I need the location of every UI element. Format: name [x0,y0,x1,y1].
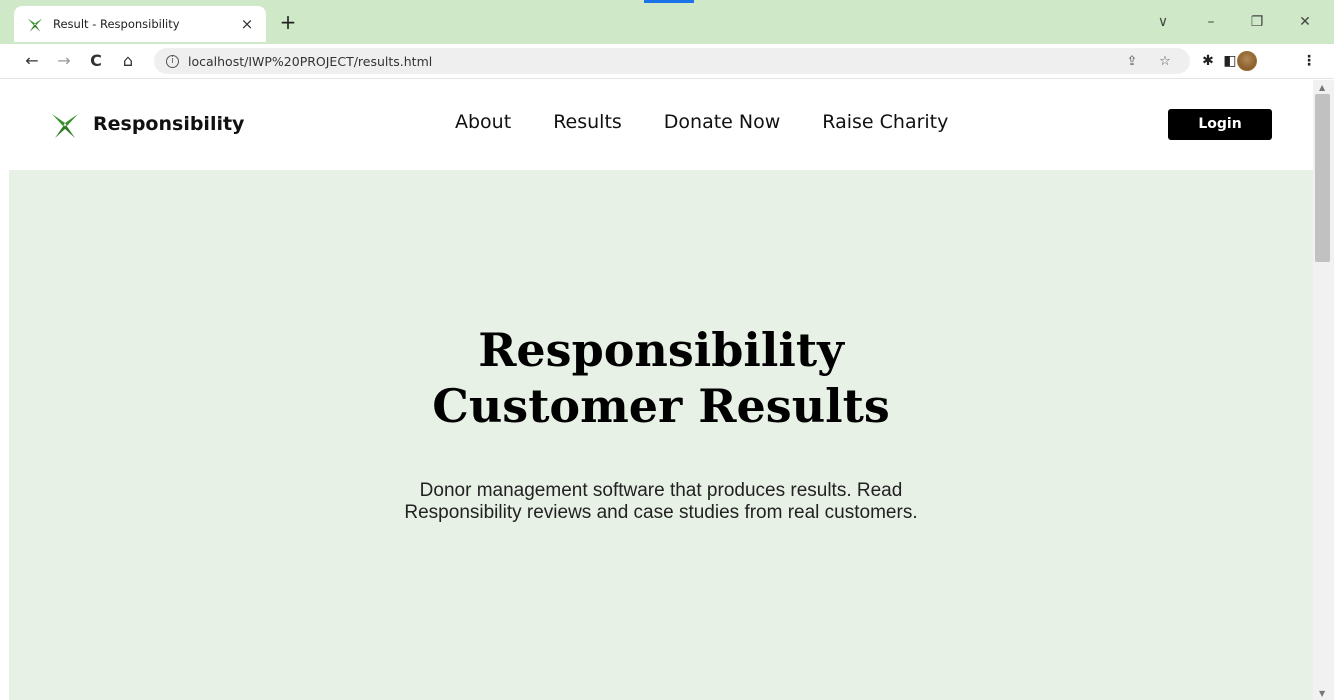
browser-window: Result - Responsibility × + ∨ – ❐ ✕ ← → … [0,0,1334,700]
url-text: localhost/IWP%20PROJECT/results.html [188,53,433,69]
nav-results-link[interactable]: Results [553,111,622,133]
forward-icon[interactable]: → [52,49,76,73]
nav-donate-now-link[interactable]: Donate Now [664,111,781,133]
hero-subtitle-line1: Donor management software that produces … [419,480,903,501]
bookmark-star-icon[interactable]: ☆ [1155,52,1175,72]
browser-tab[interactable]: Result - Responsibility × [14,6,266,42]
tab-strip: Result - Responsibility × + ∨ – ❐ ✕ [0,0,1334,44]
tab-title: Result - Responsibility [53,17,180,31]
hero-subtitle-line2: Responsibility reviews and case studies … [404,502,918,523]
home-icon[interactable]: ⌂ [116,49,140,73]
share-icon[interactable]: ⇪ [1122,52,1142,72]
site-info-icon[interactable]: i [166,54,179,68]
hero-title-line2: Customer Results [432,379,890,433]
page-viewport: Responsibility About Results Donate Now … [0,80,1313,700]
site-favicon-icon [27,18,43,32]
tab-indicator [644,0,694,3]
tab-close-icon[interactable]: × [238,15,256,33]
scrollbar-thumb[interactable] [1315,94,1330,262]
browser-menu-icon[interactable]: ⋮ [1298,50,1320,72]
restore-icon[interactable]: ❐ [1234,10,1280,34]
login-button[interactable]: Login [1168,109,1272,140]
profile-avatar[interactable] [1237,51,1257,71]
hero-title-line1: Responsibility [478,323,844,377]
extensions-icon[interactable]: ✱ [1197,50,1219,72]
browser-toolbar: ← → C ⌂ i localhost/IWP%20PROJECT/result… [0,44,1334,79]
scroll-up-icon[interactable]: ▲ [1319,83,1325,92]
site-logo[interactable]: Responsibility [50,109,244,139]
minimize-icon[interactable]: – [1188,10,1234,34]
site-header: Responsibility About Results Donate Now … [0,80,1313,170]
tab-search-icon[interactable]: ∨ [1140,10,1186,34]
close-window-icon[interactable]: ✕ [1282,10,1328,34]
new-tab-button[interactable]: + [276,10,300,34]
hero-section: Responsibility Customer Results Donor ma… [9,170,1313,700]
scroll-down-icon[interactable]: ▼ [1319,689,1325,698]
logo-text: Responsibility [93,113,245,135]
address-bar[interactable]: i localhost/IWP%20PROJECT/results.html ⇪… [154,48,1190,74]
logo-leaf-icon [52,114,78,138]
hero-title: Responsibility Customer Results [9,322,1313,434]
main-nav: About Results Donate Now Raise Charity [455,111,990,133]
hero-subtitle: Donor management software that produces … [9,480,1313,524]
back-icon[interactable]: ← [20,49,44,73]
nav-raise-charity-link[interactable]: Raise Charity [822,111,948,133]
page-scrollbar[interactable]: ▲ ▼ [1313,80,1334,700]
reload-icon[interactable]: C [84,49,108,73]
nav-about-link[interactable]: About [455,111,511,133]
